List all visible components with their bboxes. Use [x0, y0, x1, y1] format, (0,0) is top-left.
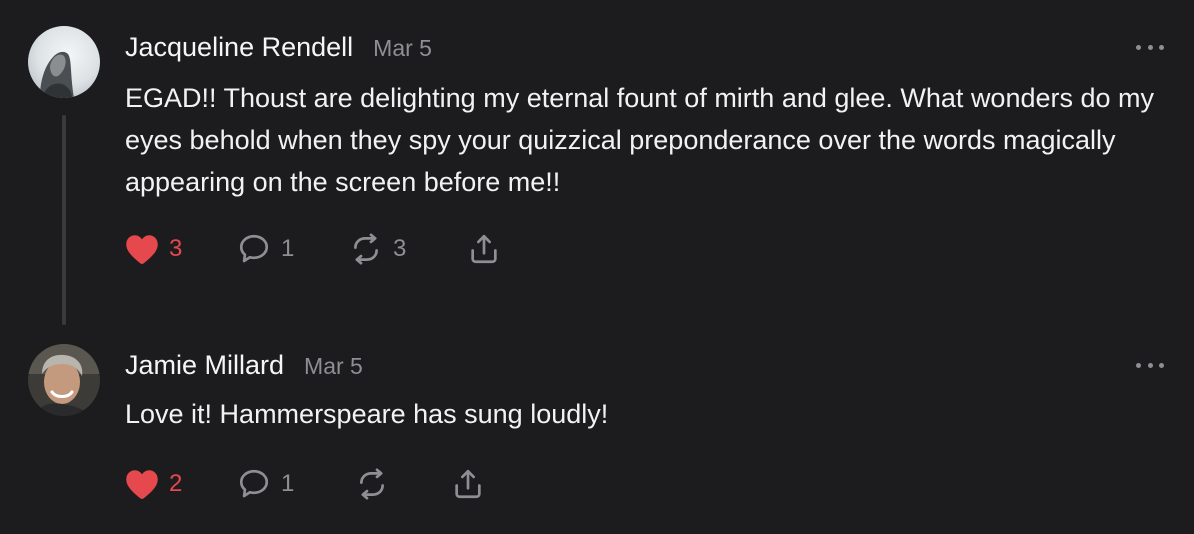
restack-button[interactable]: 3 — [348, 229, 406, 269]
share-icon — [455, 469, 481, 499]
author-name[interactable]: Jacqueline Rendell — [125, 32, 353, 63]
like-count: 3 — [169, 235, 183, 262]
like-button[interactable]: 3 — [124, 229, 182, 269]
comment-date[interactable]: Mar 5 — [304, 353, 363, 380]
comment-body: Love it! Hammerspeare has sung loudly! — [125, 399, 609, 429]
reply-button[interactable]: 1 — [236, 464, 294, 504]
reply-count: 1 — [281, 470, 295, 497]
restack-arrows-icon — [354, 233, 378, 265]
like-count: 2 — [169, 470, 183, 497]
comment-meta: Jamie Millard Mar 5 — [125, 350, 363, 381]
speech-bubble-icon — [239, 234, 269, 263]
share-button[interactable] — [466, 229, 502, 269]
comment-meta: Jacqueline Rendell Mar 5 — [125, 32, 432, 63]
comment: Jacqueline Rendell Mar 5 EGAD!! Thoust a… — [0, 0, 1194, 330]
avatar[interactable] — [28, 26, 100, 98]
reply-button[interactable]: 1 — [236, 229, 294, 269]
heart-icon — [126, 470, 158, 499]
comment-body: EGAD!! Thoust are delighting my eternal … — [125, 83, 1155, 197]
more-dots-icon[interactable] — [1136, 360, 1164, 370]
comment: Jamie Millard Mar 5 Love it! Hammerspear… — [0, 330, 1194, 534]
more-dots-icon[interactable] — [1136, 42, 1164, 52]
avatar[interactable] — [28, 344, 100, 416]
share-icon — [471, 234, 497, 264]
like-button[interactable]: 2 — [124, 464, 182, 504]
speech-bubble-icon — [239, 469, 269, 498]
share-button[interactable] — [450, 464, 486, 504]
author-name[interactable]: Jamie Millard — [125, 350, 284, 381]
comment-date[interactable]: Mar 5 — [373, 35, 432, 62]
thread-line — [62, 115, 66, 325]
heart-icon — [126, 235, 158, 264]
restack-count: 3 — [393, 235, 407, 262]
reply-count: 1 — [281, 235, 295, 262]
restack-button[interactable] — [354, 464, 390, 504]
restack-arrows-icon — [360, 468, 384, 500]
